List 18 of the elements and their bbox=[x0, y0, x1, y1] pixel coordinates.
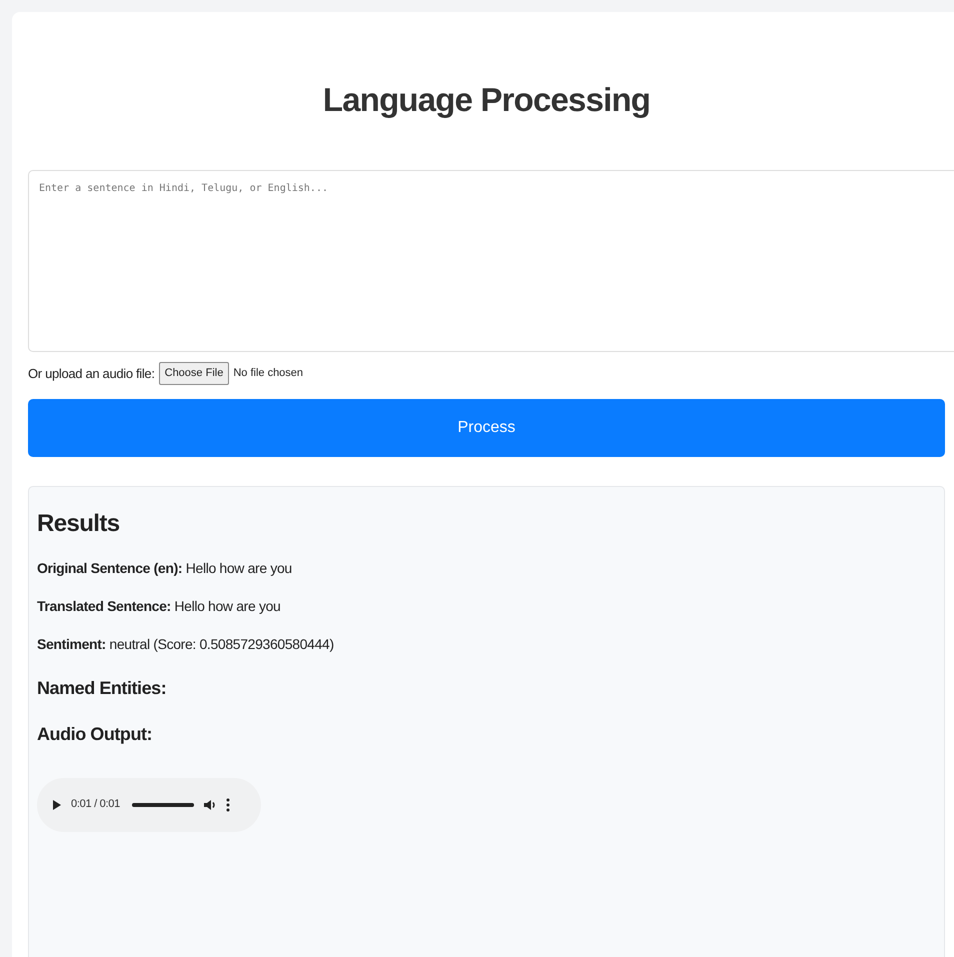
volume-icon[interactable] bbox=[204, 798, 216, 810]
audio-time: 0:01 / 0:01 bbox=[71, 797, 120, 812]
section-heading: Audio Output: bbox=[37, 722, 154, 744]
audio-player[interactable]: 0:01 / 0:01 bbox=[37, 778, 261, 832]
process-button[interactable]: Process bbox=[28, 398, 945, 456]
audio-progress-track[interactable] bbox=[132, 802, 194, 806]
section-heading: Named Entities: bbox=[37, 676, 168, 698]
sentence-input-field[interactable]: Enter a sentence in Hindi, Telugu, or English... bbox=[28, 170, 954, 352]
upload-label: Or upload an audio file: bbox=[28, 364, 155, 383]
file-status: No file chosen bbox=[233, 366, 304, 381]
play-icon[interactable] bbox=[53, 800, 61, 810]
result-line: Original Sentence (en): Hello how are you bbox=[37, 558, 293, 576]
choose-file-button[interactable]: Choose File bbox=[158, 362, 230, 384]
result-line: Translated Sentence: Hello how are you bbox=[37, 596, 282, 614]
results-heading: Results bbox=[37, 508, 120, 538]
more-options-icon[interactable] bbox=[226, 798, 230, 812]
result-line: Sentiment: neutral (Score: 0.5085729360580444) bbox=[37, 634, 335, 652]
page-title: Language Processing bbox=[322, 80, 652, 120]
